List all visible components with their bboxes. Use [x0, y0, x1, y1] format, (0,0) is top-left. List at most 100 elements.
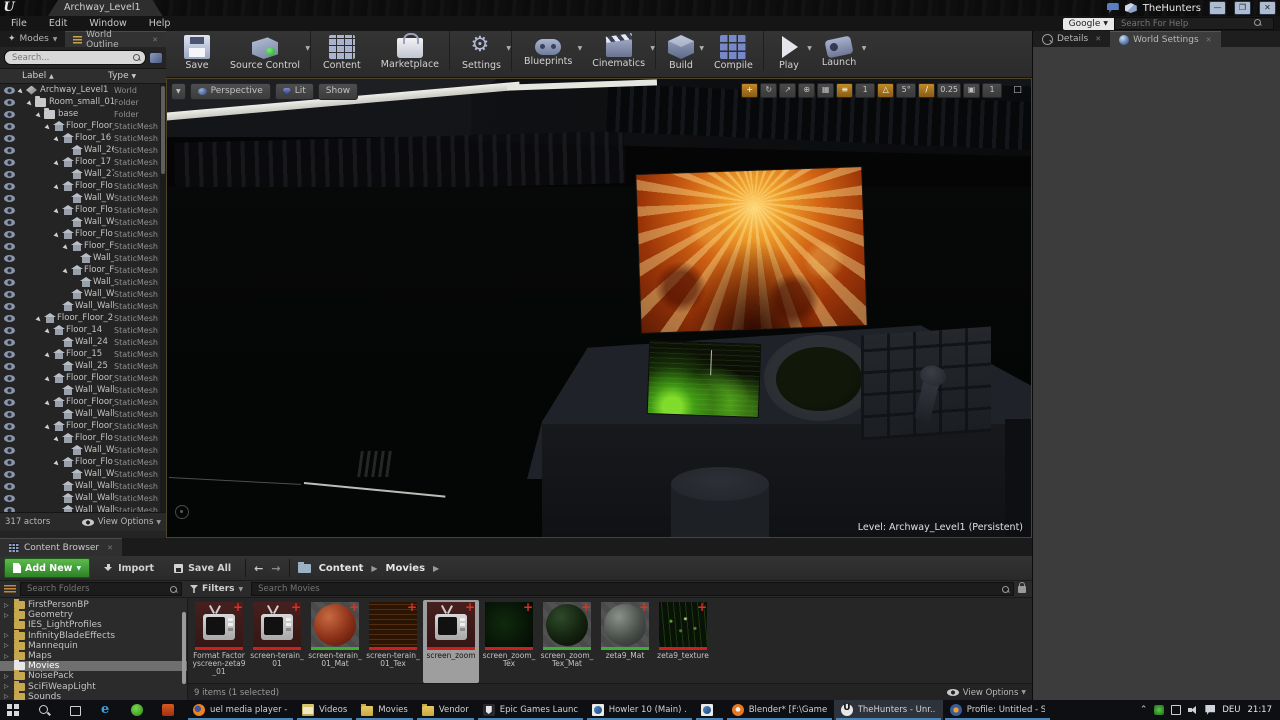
close-button[interactable]: ✕ [1259, 1, 1276, 15]
visibility-eye-icon[interactable] [4, 435, 15, 442]
visibility-eye-icon[interactable] [4, 99, 15, 106]
visibility-eye-icon[interactable] [4, 135, 15, 142]
search-folders-input[interactable] [25, 583, 167, 595]
asset-tile[interactable]: zeta9_Mat [597, 600, 653, 683]
taskbar-item[interactable] [155, 700, 186, 720]
outliner-row[interactable]: ▼ Wall_Wall StaticMesh [0, 384, 166, 396]
taskbar-item[interactable] [124, 700, 155, 720]
outliner-row[interactable]: ▼ Floor_Floor_ StaticMesh [0, 420, 166, 432]
outliner-row[interactable]: ▼ Wall_ StaticMesh [0, 252, 166, 264]
outliner-row[interactable]: ▼ Floor_15 StaticMesh [0, 348, 166, 360]
asset-tile[interactable]: zeta9_texture [655, 600, 711, 683]
outliner-row[interactable]: ▼ Floor_Flo StaticMesh [0, 204, 166, 216]
toolbar-button[interactable]: Source Control ▼ [220, 31, 311, 71]
taskbar-item[interactable]: Epic Games Launc... [476, 700, 585, 720]
outliner-row[interactable]: ▼ Floor_Flo StaticMesh [0, 180, 166, 192]
asset-tile[interactable]: screen_zoom [423, 600, 479, 683]
outliner-row[interactable]: ▼ Floor_Floor_ StaticMesh [0, 396, 166, 408]
save-all-button[interactable]: Save All [168, 563, 237, 574]
dropdown-caret-icon[interactable]: ▼ [650, 45, 655, 52]
outliner-row[interactable]: ▼ Floor_F StaticMesh [0, 264, 166, 276]
grid-snap-button[interactable]: ≡ [836, 83, 853, 98]
visibility-eye-icon[interactable] [4, 363, 15, 370]
visibility-eye-icon[interactable] [4, 291, 15, 298]
outliner-row[interactable]: ▼ Wall_Wall10 StaticMesh [0, 504, 166, 512]
visibility-eye-icon[interactable] [4, 351, 15, 358]
expand-arrow-icon[interactable]: ▼ [17, 85, 28, 96]
taskbar-item[interactable]: Howler 10 (Main) ... [585, 700, 694, 720]
visibility-eye-icon[interactable] [4, 459, 15, 466]
3d-viewport[interactable]: ▼ Perspective Lit Show + ↻ ↗ ⊕ ▦ ≡ 1 △ 5… [166, 78, 1032, 538]
outliner-row[interactable]: ▼ Wall_W StaticMesh [0, 444, 166, 456]
outliner-row[interactable]: ▼ Room_small_01 Folder [0, 96, 166, 108]
breadcrumb-movies[interactable]: Movies [386, 563, 426, 574]
tab-world-settings[interactable]: World Settings✕ [1110, 31, 1220, 47]
taskbar-item[interactable]: uel media player - ... [186, 700, 295, 720]
outliner-row[interactable]: ▼ Archway_Level1 World [0, 84, 166, 96]
folder-row[interactable]: ▷ Movies [0, 661, 187, 671]
expand-arrow-icon[interactable]: ▷ [4, 673, 11, 680]
outliner-row[interactable]: ▼ Floor_Flo StaticMesh [0, 456, 166, 468]
toolbar-button[interactable]: Launch ▼ [812, 31, 866, 68]
expand-arrow-icon[interactable]: ▷ [4, 612, 11, 619]
column-header-type[interactable]: Type ▼ [108, 71, 166, 81]
scale-snap-button[interactable]: / [918, 83, 935, 98]
expand-arrow-icon[interactable]: ▷ [4, 642, 11, 649]
toolbar-button[interactable]: Save ▼ [174, 31, 220, 71]
move-tool-button[interactable]: + [741, 83, 758, 98]
tray-expand-icon[interactable]: ⌃ [1140, 705, 1148, 715]
toolbar-button[interactable]: Blueprints ▼ [514, 31, 582, 67]
visibility-eye-icon[interactable] [4, 255, 15, 262]
visibility-eye-icon[interactable] [4, 183, 15, 190]
taskbar-item[interactable] [0, 700, 31, 720]
visibility-eye-icon[interactable] [4, 147, 15, 154]
visibility-eye-icon[interactable] [4, 279, 15, 286]
taskbar-item[interactable]: TheHunters - Unr... [834, 700, 943, 720]
folder-row[interactable]: ▷ Maps [0, 651, 187, 661]
dropdown-caret-icon[interactable]: ▼ [506, 45, 511, 52]
visibility-eye-icon[interactable] [4, 159, 15, 166]
toolbar-button[interactable]: Play ▼ [766, 31, 812, 71]
scale-snap-value[interactable]: 0.25 [937, 83, 961, 98]
clock[interactable]: 21:17 [1248, 705, 1273, 715]
filters-button[interactable]: Filters▼ [182, 584, 251, 594]
toolbar-button[interactable]: Compile ▼ [704, 31, 764, 71]
visibility-eye-icon[interactable] [4, 375, 15, 382]
keyboard-language[interactable]: DEU [1222, 705, 1240, 715]
visibility-eye-icon[interactable] [4, 423, 15, 430]
outliner-row[interactable]: ▼ Wall_Wall StaticMesh [0, 408, 166, 420]
scale-tool-button[interactable]: ↗ [779, 83, 796, 98]
camera-speed-value[interactable]: 1 [982, 83, 1002, 98]
visibility-eye-icon[interactable] [4, 399, 15, 406]
outliner-row[interactable]: ▼ Wall_Wall StaticMesh [0, 492, 166, 504]
asset-tile[interactable]: screen_zoom_Tex_Mat [539, 600, 595, 683]
lock-icon[interactable] [1018, 586, 1026, 593]
visibility-eye-icon[interactable] [4, 495, 15, 502]
search-assets-input[interactable] [256, 583, 999, 595]
breadcrumb-content[interactable]: Content [319, 563, 364, 574]
outliner-row[interactable]: ▼ Wall_Wall StaticMesh [0, 480, 166, 492]
menu-item[interactable]: Edit [38, 18, 78, 29]
visibility-eye-icon[interactable] [4, 195, 15, 202]
asset-tile[interactable]: screen-terain_01_Mat [307, 600, 363, 683]
taskbar-item[interactable]: Movies [354, 700, 415, 720]
tab-modes[interactable]: ✦ Modes▼ [0, 31, 65, 47]
outliner-row[interactable]: ▼ Floor_Floor_2 StaticMesh [0, 312, 166, 324]
outliner-row[interactable]: ▼ Floor_14 StaticMesh [0, 324, 166, 336]
cb-view-options[interactable]: View Options [963, 688, 1019, 698]
asset-tile[interactable]: screen-terain_01 [249, 600, 305, 683]
rotate-tool-button[interactable]: ↻ [760, 83, 777, 98]
maximize-viewport-button[interactable]: □ [1010, 84, 1025, 97]
rotation-snap-button[interactable]: △ [877, 83, 894, 98]
folder-row[interactable]: ▷ InfinityBladeEffects [0, 631, 187, 641]
search-engine-selector[interactable]: Google▼ [1063, 18, 1114, 30]
outliner-options-icon[interactable] [150, 53, 162, 63]
outliner-row[interactable]: ▼ Wall_ StaticMesh [0, 276, 166, 288]
tray-app-icon[interactable] [1154, 705, 1164, 715]
visibility-eye-icon[interactable] [4, 267, 15, 274]
toolbar-button[interactable]: Marketplace ▼ [371, 31, 450, 70]
marketplace-cube-icon[interactable] [1125, 3, 1137, 13]
outliner-row[interactable]: ▼ Floor_Flo StaticMesh [0, 432, 166, 444]
outliner-search-input[interactable] [10, 52, 130, 64]
folder-row[interactable]: ▷ Geometry [0, 610, 187, 620]
